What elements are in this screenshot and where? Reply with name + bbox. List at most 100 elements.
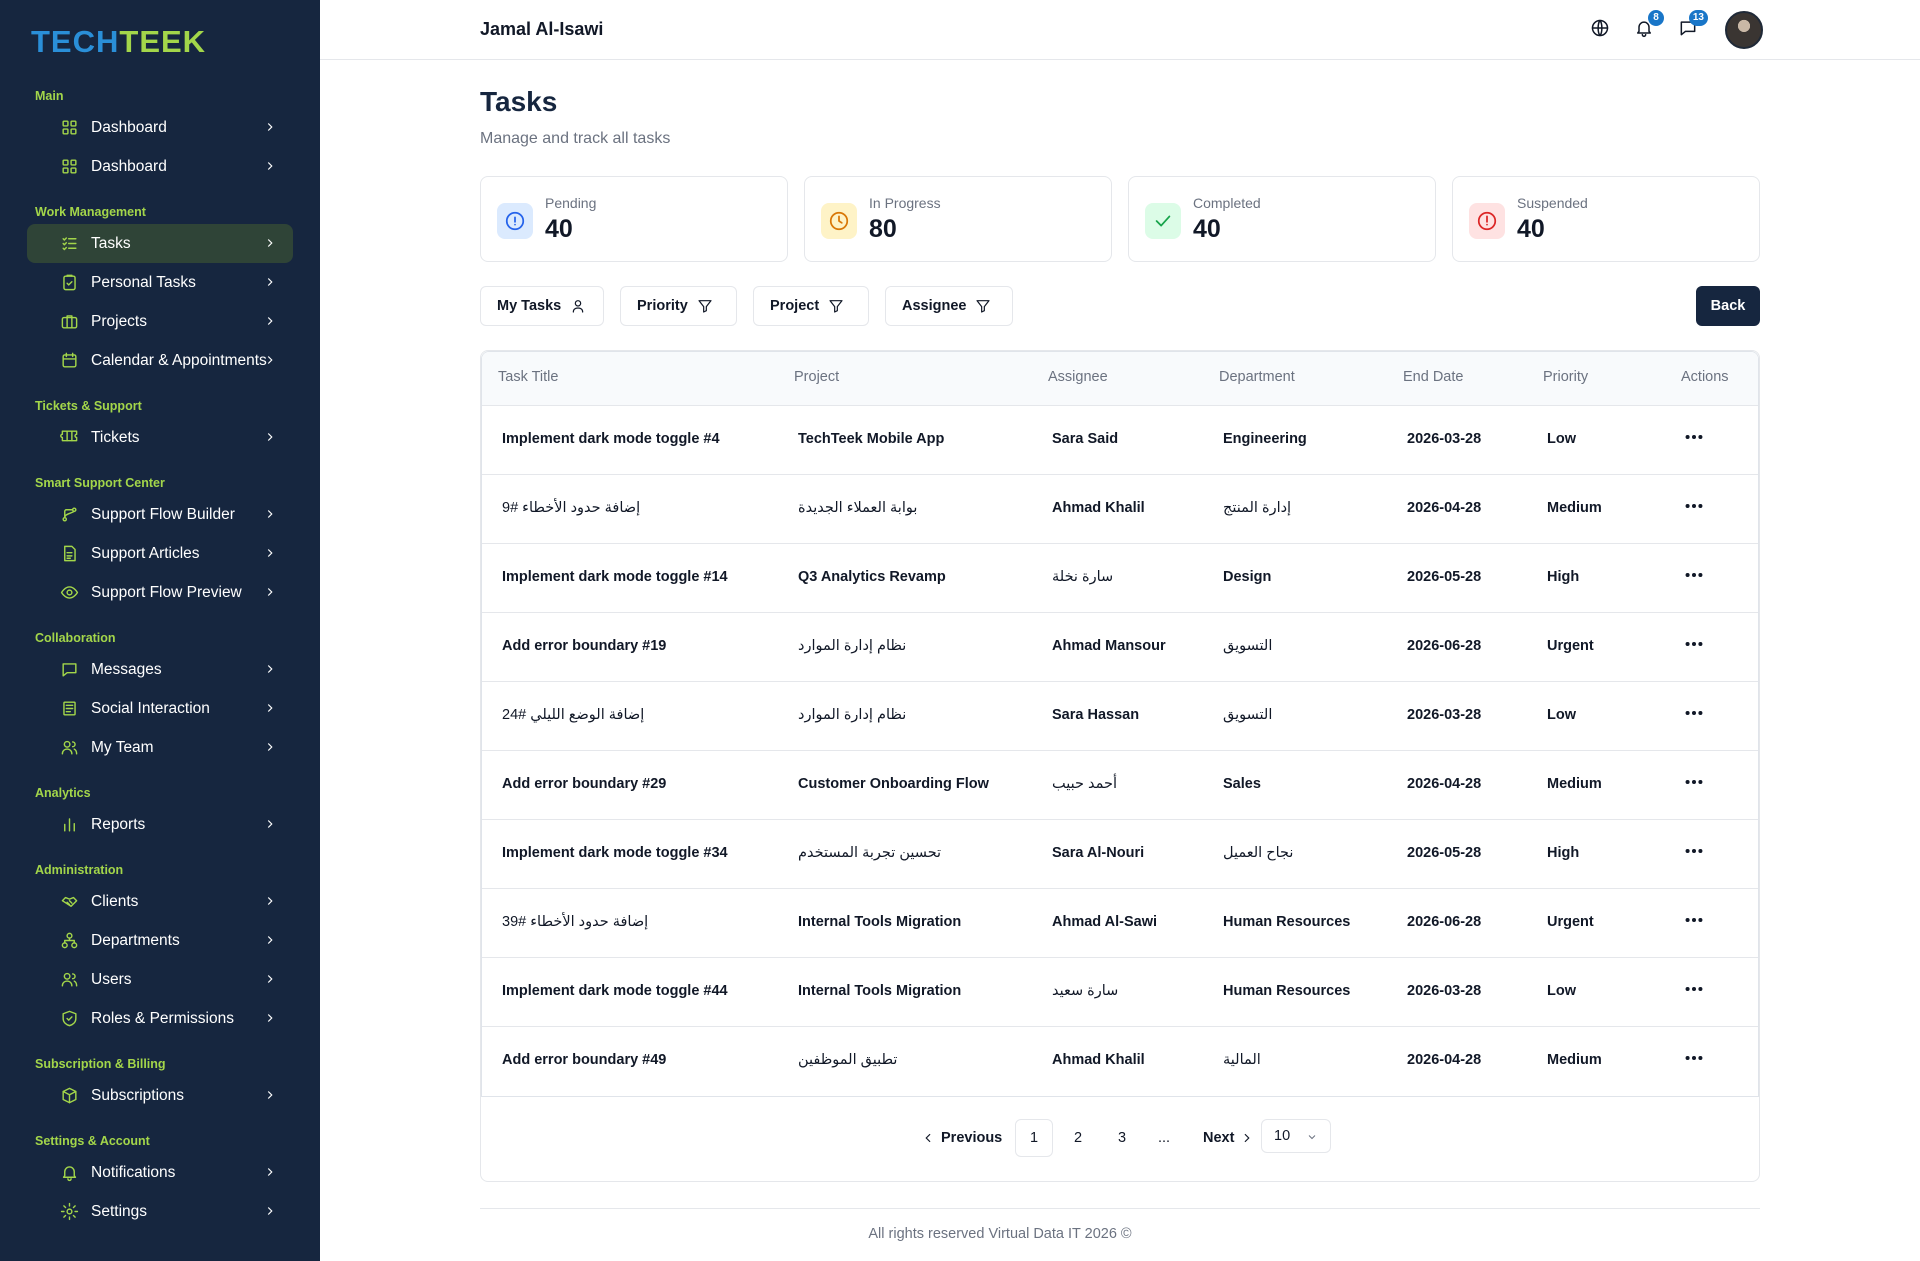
sidebar-section-title: Settings & Account (35, 1134, 150, 1148)
table-row[interactable]: Add error boundary #49 تطبيق الموظفين Ahma… (482, 1027, 1758, 1096)
more-actions-icon[interactable] (1683, 979, 1707, 999)
sidebar: TECHTEEK Main Dashboard Dashboard Work Mana… (0, 0, 320, 1261)
more-actions-icon[interactable] (1683, 910, 1707, 930)
priority-filter-button[interactable]: Priority (620, 286, 737, 326)
sidebar-item-tasks[interactable]: Tasks (27, 224, 293, 263)
cell-department: التسويق (1223, 638, 1273, 654)
check-icon (1145, 203, 1181, 239)
sidebar-item-notifications[interactable]: Notifications (27, 1153, 293, 1192)
sidebar-item-calendar-and-appointments[interactable]: Calendar & Appointments (27, 341, 293, 380)
sidebar-item-personal-tasks[interactable]: Personal Tasks (27, 263, 293, 302)
more-actions-icon[interactable] (1683, 427, 1707, 447)
assignee-filter-button[interactable]: Assignee (885, 286, 1013, 326)
more-actions-icon[interactable] (1683, 703, 1707, 723)
messages-icon[interactable]: 13 (1678, 10, 1708, 42)
cell-project: بوابة العملاء الجديدة (798, 500, 918, 516)
sidebar-item-support-flow-builder[interactable]: Support Flow Builder (27, 495, 293, 534)
sidebar-item-clients[interactable]: Clients (27, 882, 293, 921)
chevron-right-icon (263, 314, 277, 328)
more-actions-icon[interactable] (1683, 496, 1707, 516)
sidebar-section-title: Tickets & Support (35, 399, 142, 413)
sidebar-item-label: Dashboard (91, 157, 167, 175)
table-row[interactable]: إضافة حدود الأخطاء #39 Internal Tools Mig… (482, 889, 1758, 958)
sidebar-item-label: Messages (91, 660, 162, 678)
sidebar-item-label: Users (91, 970, 132, 988)
project-filter-button[interactable]: Project (753, 286, 869, 326)
shield-check-icon (59, 1009, 79, 1029)
sidebar-item-dashboard[interactable]: Dashboard (27, 147, 293, 186)
table-row[interactable]: Implement dark mode toggle #4 TechTeek Mo… (482, 406, 1758, 475)
info-circle-icon (497, 203, 533, 239)
sidebar-item-departments[interactable]: Departments (27, 921, 293, 960)
chevron-right-icon (263, 236, 277, 250)
filter-icon (976, 300, 991, 313)
sidebar-item-support-flow-preview[interactable]: Support Flow Preview (27, 573, 293, 612)
sidebar-item-dashboard[interactable]: Dashboard (27, 108, 293, 147)
chevron-right-icon (263, 817, 277, 831)
previous-page-button[interactable]: Previous (921, 1119, 1002, 1157)
cell-project: Customer Onboarding Flow (798, 776, 989, 792)
page-1-button[interactable]: 1 (1015, 1119, 1053, 1157)
table-row[interactable]: Implement dark mode toggle #44 Internal T… (482, 958, 1758, 1027)
cell-department: Engineering (1223, 431, 1307, 447)
cell-assignee: Sara Al-Nouri (1052, 845, 1145, 861)
page-3-button[interactable]: 3 (1103, 1119, 1141, 1157)
cell-end-date: 2026-06-28 (1407, 914, 1482, 930)
cell-title: Implement dark mode toggle #44 (502, 983, 728, 999)
table-row[interactable]: إضافة الوضع الليلي #24 نظام إدارة الموارد… (482, 682, 1758, 751)
pagination-ellipsis: ... (1157, 1130, 1171, 1146)
sidebar-item-messages[interactable]: Messages (27, 650, 293, 689)
avatar[interactable] (1725, 11, 1763, 49)
more-actions-icon[interactable] (1683, 565, 1707, 585)
sidebar-item-label: Tickets (91, 428, 140, 446)
more-actions-icon[interactable] (1683, 634, 1707, 654)
next-page-button[interactable]: Next (1203, 1119, 1254, 1157)
sidebar-item-my-team[interactable]: My Team (27, 728, 293, 767)
tasks-table: Task Title Project Assignee Department End D… (481, 351, 1759, 1097)
table-row[interactable]: Add error boundary #19 نظام إدارة الموارد… (482, 613, 1758, 682)
table-row[interactable]: Implement dark mode toggle #34 تحسين تجرب… (482, 820, 1758, 889)
sidebar-item-projects[interactable]: Projects (27, 302, 293, 341)
page-title: Tasks (480, 86, 558, 117)
sidebar-item-subscriptions[interactable]: Subscriptions (27, 1076, 293, 1115)
cell-department: نجاح العميل (1223, 845, 1294, 861)
sidebar-item-tickets[interactable]: Tickets (27, 418, 293, 457)
sidebar-item-reports[interactable]: Reports (27, 805, 293, 844)
sidebar-item-users[interactable]: Users (27, 960, 293, 999)
sidebar-item-label: Dashboard (91, 118, 167, 136)
more-actions-icon[interactable] (1683, 772, 1707, 792)
cell-title: Add error boundary #49 (502, 1052, 667, 1068)
page-size-select[interactable]: 10 (1261, 1119, 1331, 1153)
cell-title: إضافة حدود الأخطاء #39 (502, 914, 649, 930)
sidebar-item-settings[interactable]: Settings (27, 1192, 293, 1231)
sidebar-item-label: Reports (91, 815, 146, 833)
package-icon (59, 1086, 79, 1106)
table-row[interactable]: Add error boundary #29 Customer Onboardin… (482, 751, 1758, 820)
chevron-right-icon (263, 159, 277, 173)
table-row[interactable]: إضافة حدود الأخطاء #9 بوابة العملاء الجدي… (482, 475, 1758, 544)
sidebar-item-social-interaction[interactable]: Social Interaction (27, 689, 293, 728)
notifications-badge: 8 (1648, 10, 1664, 26)
page-2-button[interactable]: 2 (1059, 1119, 1097, 1157)
sidebar-item-support-articles[interactable]: Support Articles (27, 534, 293, 573)
table-row[interactable]: Implement dark mode toggle #14 Q3 Analyti… (482, 544, 1758, 613)
cell-priority: Urgent (1547, 914, 1594, 930)
back-button[interactable]: Back (1696, 286, 1760, 326)
globe-icon[interactable] (1590, 18, 1614, 42)
more-actions-icon[interactable] (1683, 1048, 1707, 1068)
notifications-bell-icon[interactable]: 8 (1634, 10, 1664, 42)
stat-value: 40 (545, 215, 573, 243)
calendar-icon (59, 351, 79, 371)
stat-card-pending: Pending 40 (480, 176, 788, 262)
sidebar-item-label: Support Flow Builder (91, 505, 235, 523)
chevron-right-icon (263, 662, 277, 676)
my-tasks-button[interactable]: My Tasks (480, 286, 604, 326)
stat-label: Suspended (1517, 195, 1588, 211)
sidebar-item-label: Personal Tasks (91, 273, 196, 291)
sidebar-item-roles-and-permissions[interactable]: Roles & Permissions (27, 999, 293, 1038)
more-actions-icon[interactable] (1683, 841, 1707, 861)
sidebar-item-label: Roles & Permissions (91, 1009, 234, 1027)
cell-project: تطبيق الموظفين (798, 1052, 898, 1068)
cell-title: Implement dark mode toggle #14 (502, 569, 728, 585)
cell-department: Design (1223, 569, 1272, 585)
